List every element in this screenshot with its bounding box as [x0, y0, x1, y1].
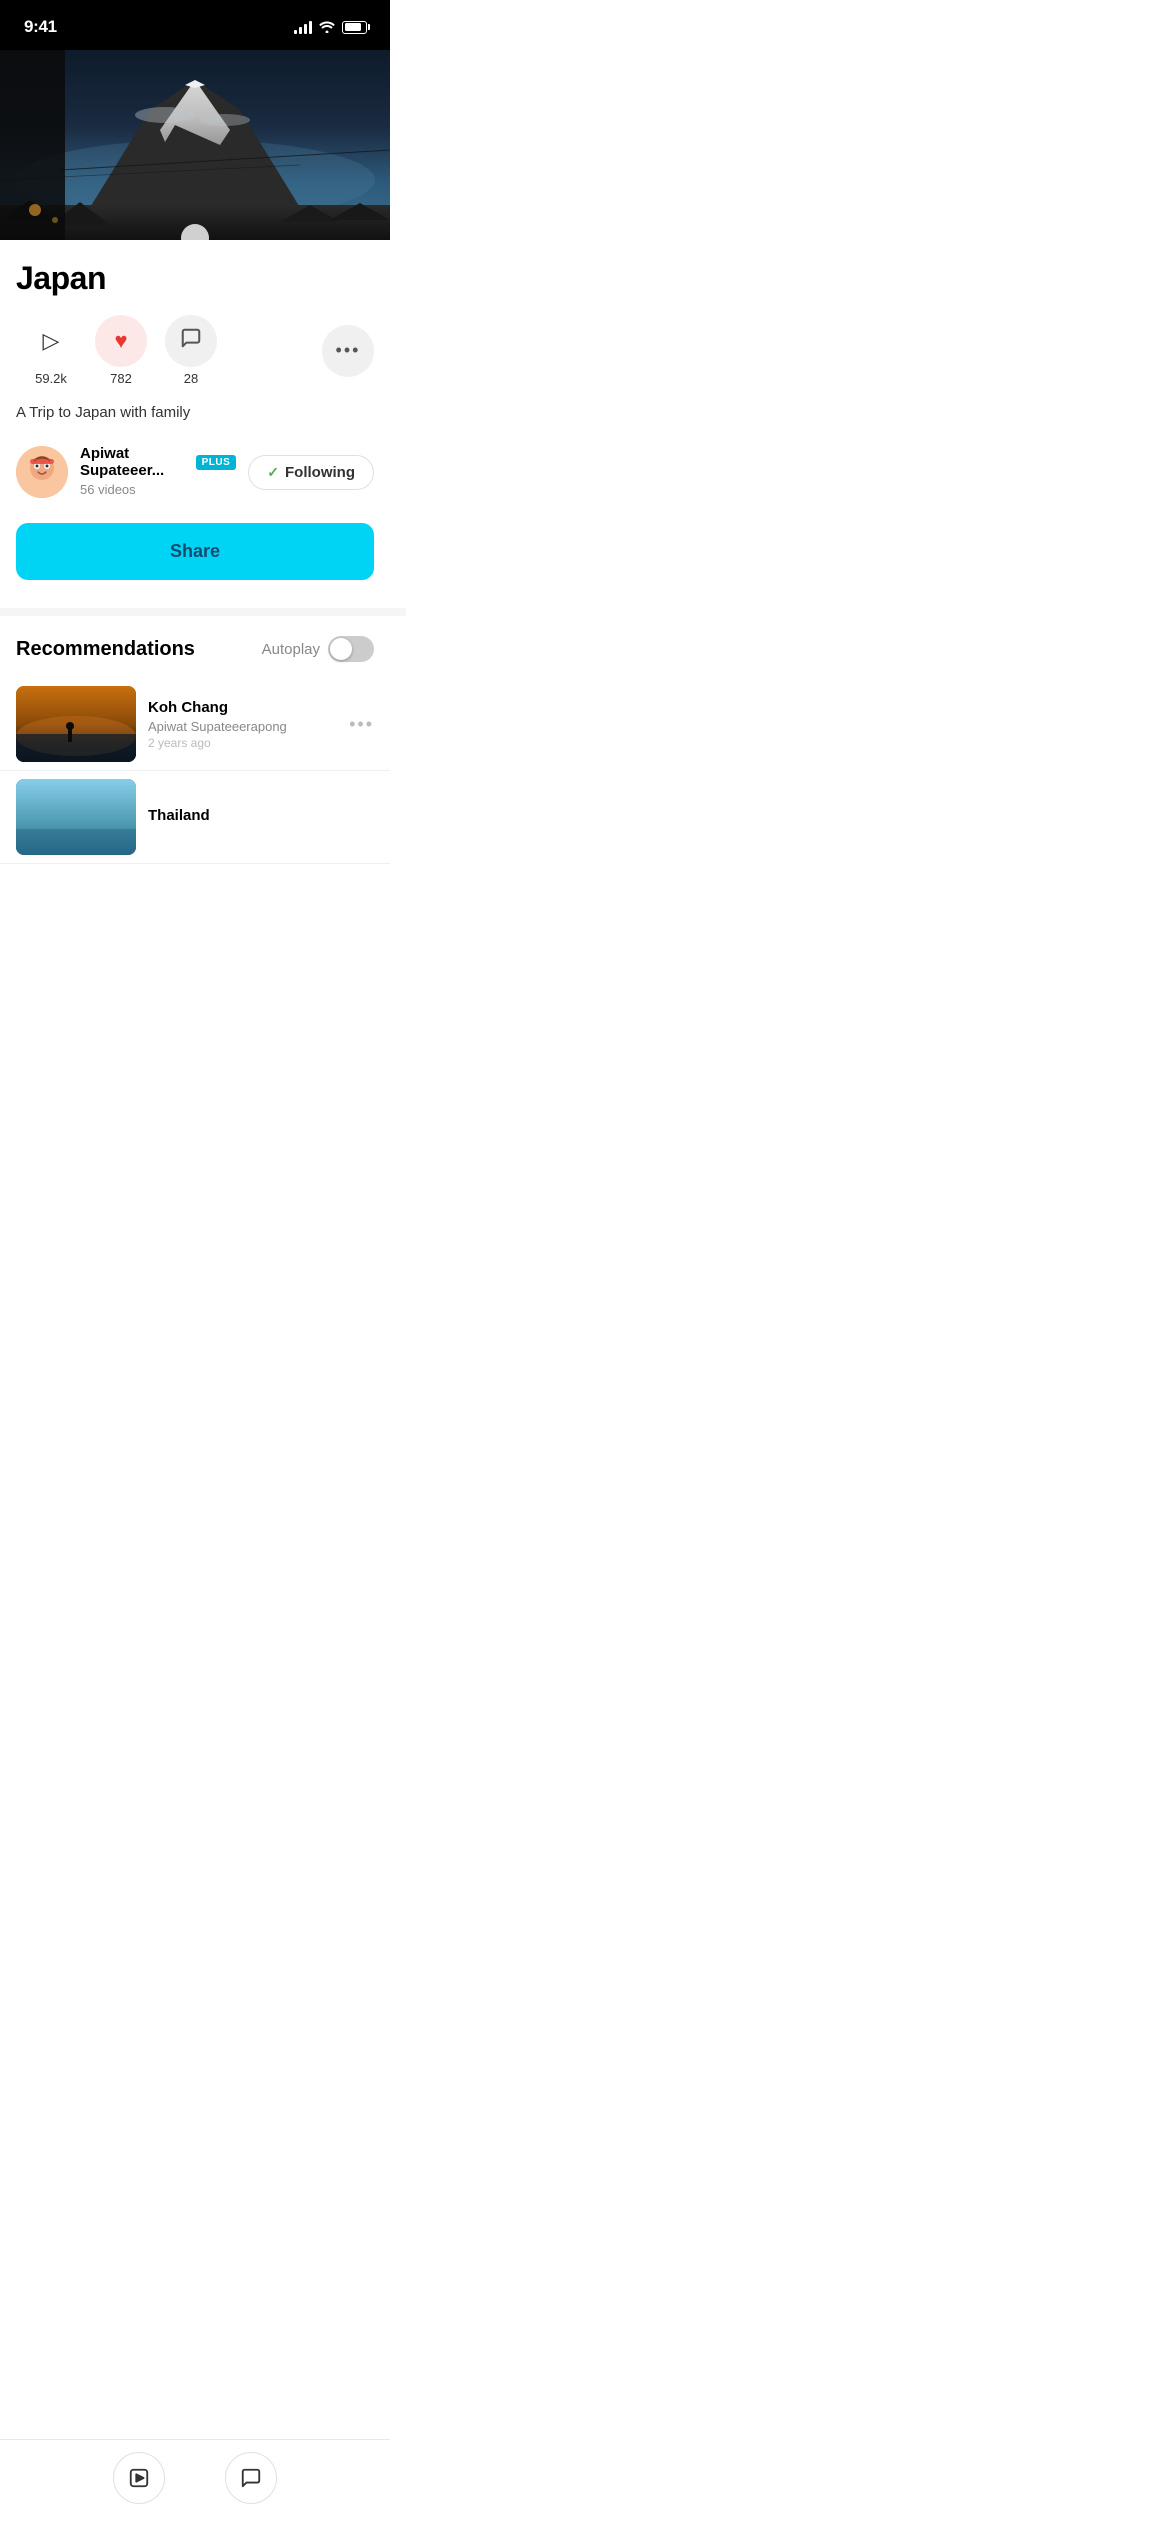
- like-action[interactable]: ♥ 782: [86, 315, 156, 386]
- recommendation-item[interactable]: Koh Chang Apiwat Supateeerapong 2 years …: [0, 678, 390, 771]
- rec-thumbnail-koh-chang: [16, 686, 136, 762]
- rec-title: Thailand: [148, 807, 374, 824]
- follow-check-icon: ✓: [267, 464, 279, 481]
- recommendations-header: Recommendations Autoplay: [0, 616, 390, 678]
- rec-creator: Apiwat Supateeerapong: [148, 719, 337, 734]
- heart-icon: ♥: [114, 328, 127, 354]
- channel-title: Japan: [16, 260, 374, 297]
- action-row: ▷ 59.2k ♥ 782 28 •••: [16, 315, 374, 386]
- recommendation-item[interactable]: Thailand: [0, 771, 390, 864]
- creator-video-count: 56 videos: [80, 482, 136, 497]
- comment-icon: [180, 327, 202, 355]
- autoplay-label: Autoplay: [262, 641, 320, 658]
- status-bar: 9:41: [0, 0, 390, 50]
- comment-action[interactable]: 28: [156, 315, 226, 386]
- creator-row: Apiwat Supateeer... PLUS 56 videos ✓ Fol…: [16, 445, 374, 499]
- rec-thumbnail-thailand: [16, 779, 136, 855]
- battery-icon: [342, 21, 370, 34]
- video-player[interactable]: [0, 50, 390, 240]
- autoplay-row[interactable]: Autoplay: [262, 636, 374, 662]
- creator-avatar[interactable]: [16, 446, 68, 498]
- bottom-tab-bar: [0, 2439, 390, 2532]
- status-time: 9:41: [24, 17, 57, 37]
- comment-button[interactable]: [165, 315, 217, 367]
- signal-icon: [294, 20, 312, 34]
- play-button[interactable]: ▷: [25, 315, 77, 367]
- recommendations-section: Recommendations Autoplay: [0, 616, 390, 864]
- video-thumbnail: [0, 50, 390, 240]
- wifi-icon: [318, 19, 336, 36]
- section-divider: [0, 608, 406, 616]
- tab-comment[interactable]: [225, 2452, 277, 2504]
- content-area: Japan ▷ 59.2k ♥ 782 28: [0, 240, 390, 608]
- follow-button[interactable]: ✓ Following: [248, 455, 374, 490]
- play-count: 59.2k: [35, 371, 67, 386]
- play-icon: ▷: [43, 328, 60, 354]
- creator-name: Apiwat Supateeer...: [80, 445, 190, 479]
- plus-badge: PLUS: [196, 455, 237, 470]
- recommendations-title: Recommendations: [16, 638, 195, 661]
- share-button[interactable]: Share: [16, 523, 374, 580]
- more-button[interactable]: •••: [322, 325, 374, 377]
- tab-play[interactable]: [113, 2452, 165, 2504]
- follow-label: Following: [285, 464, 355, 481]
- rec-title: Koh Chang: [148, 699, 337, 716]
- rec-info-thailand: Thailand: [148, 807, 374, 827]
- like-count: 782: [110, 371, 132, 386]
- rec-more-button[interactable]: •••: [349, 714, 374, 735]
- rec-info-koh-chang: Koh Chang Apiwat Supateeerapong 2 years …: [148, 699, 337, 750]
- status-icons: [294, 19, 370, 36]
- more-icon: •••: [336, 340, 361, 361]
- like-button[interactable]: ♥: [95, 315, 147, 367]
- toggle-knob: [330, 638, 352, 660]
- creator-info: Apiwat Supateeer... PLUS 56 videos: [80, 445, 236, 499]
- rec-meta: 2 years ago: [148, 736, 337, 750]
- play-tab-icon[interactable]: [113, 2452, 165, 2504]
- autoplay-toggle[interactable]: [328, 636, 374, 662]
- comment-tab-icon[interactable]: [225, 2452, 277, 2504]
- play-action[interactable]: ▷ 59.2k: [16, 315, 86, 386]
- channel-description: A Trip to Japan with family: [16, 402, 374, 423]
- comment-count: 28: [184, 371, 198, 386]
